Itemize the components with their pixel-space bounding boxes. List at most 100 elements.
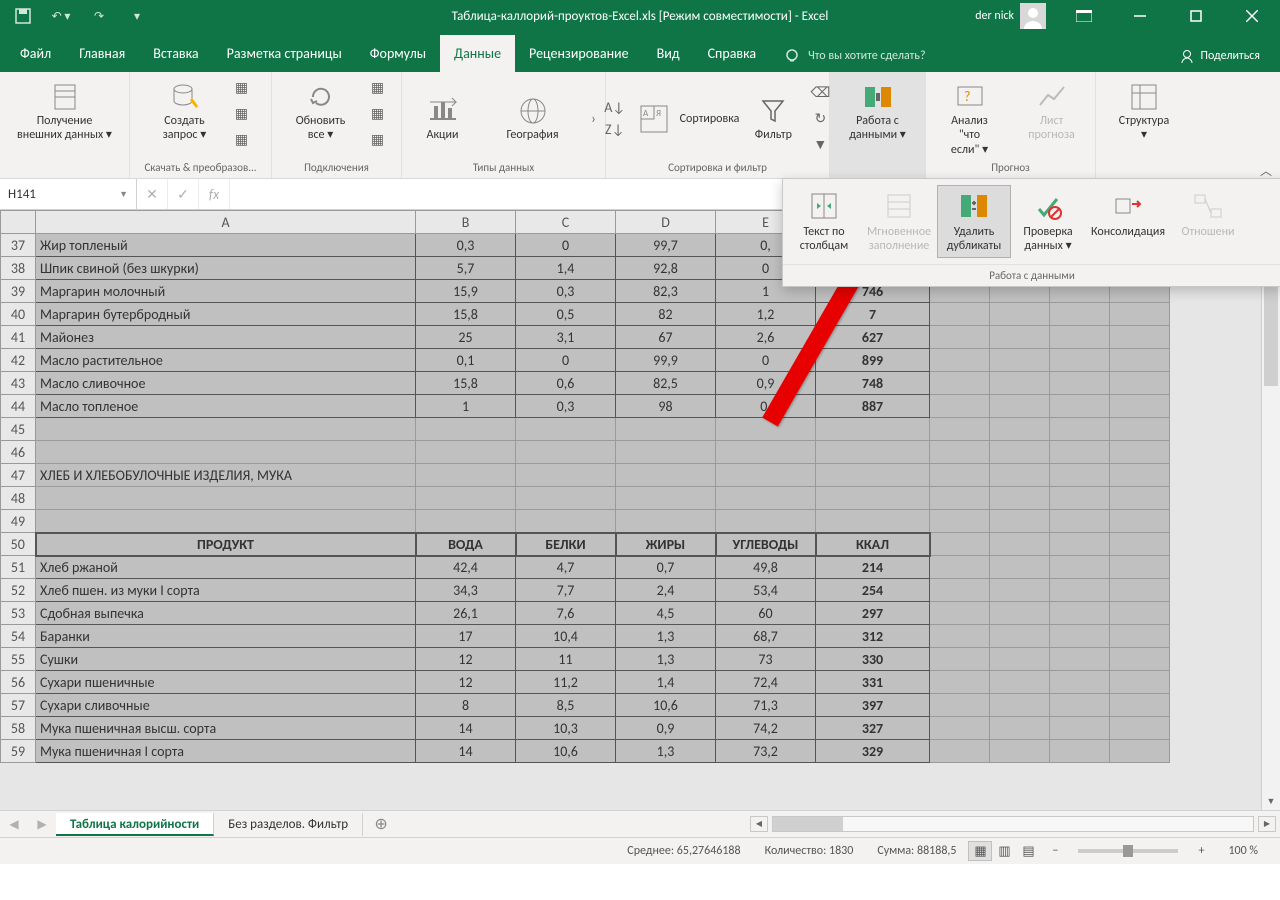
cell[interactable] [1050,487,1110,510]
table-row[interactable]: 44Масло топленое10,3980,887 [1,395,1170,418]
redo-icon[interactable]: ↷ [84,2,114,30]
cell[interactable] [990,717,1050,740]
cell[interactable]: 10,4 [516,625,616,648]
cell[interactable] [416,487,516,510]
row-header[interactable]: 38 [1,257,36,280]
column-header[interactable]: B [416,211,516,234]
horizontal-scrollbar[interactable] [772,816,1254,832]
row-header[interactable]: 54 [1,625,36,648]
cell[interactable]: 98 [616,395,716,418]
cell[interactable] [990,740,1050,763]
cell[interactable]: Баранки [36,625,416,648]
edit-links[interactable]: ▦ [365,128,391,150]
cell[interactable]: УГЛЕВОДЫ [716,533,816,556]
from-table[interactable]: ▦ [229,102,255,124]
relationships-button[interactable]: Отношени [1171,185,1245,258]
cell[interactable]: 327 [816,717,930,740]
cell[interactable]: ККАЛ [816,533,930,556]
cell[interactable]: 15,8 [416,372,516,395]
qat-customize-icon[interactable]: ▾ [122,2,152,30]
properties[interactable]: ▦ [365,102,391,124]
cell[interactable] [716,464,816,487]
row-header[interactable]: 48 [1,487,36,510]
ribbon-display-options-icon[interactable] [1056,0,1112,32]
cell[interactable] [36,441,416,464]
cell[interactable]: 0 [516,349,616,372]
table-row[interactable]: 46 [1,441,1170,464]
cell[interactable] [930,464,990,487]
cell[interactable]: 0,7 [616,556,716,579]
cell[interactable]: 68,7 [716,625,816,648]
cell[interactable]: 331 [816,671,930,694]
cell[interactable] [990,694,1050,717]
cell[interactable]: Сухари пшеничные [36,671,416,694]
tab-insert[interactable]: Вставка [139,35,212,72]
flash-fill-button[interactable]: Мгновенное заполнение [861,185,937,258]
cell[interactable] [990,464,1050,487]
cell[interactable] [1050,648,1110,671]
cell[interactable]: 0,9 [616,717,716,740]
cell[interactable]: 73 [716,648,816,671]
cell[interactable]: 7,6 [516,602,616,625]
row-header[interactable]: 49 [1,510,36,533]
tab-page-layout[interactable]: Разметка страницы [213,35,356,72]
cell[interactable]: 0,1 [416,349,516,372]
cell[interactable] [1110,441,1170,464]
chevron-right-icon[interactable]: › [585,110,603,128]
cell[interactable] [1110,648,1170,671]
cell[interactable] [930,326,990,349]
cell[interactable] [1050,671,1110,694]
cell[interactable]: 1,3 [616,648,716,671]
cell[interactable] [1110,487,1170,510]
cell[interactable]: Хлеб ржаной [36,556,416,579]
cell[interactable] [1050,395,1110,418]
tab-file[interactable]: Файл [6,35,65,72]
tell-me[interactable]: Что вы хотите сделать? [770,40,939,72]
cell[interactable] [990,602,1050,625]
stocks-button[interactable]: Акции [405,90,481,146]
table-row[interactable]: 59Мука пшеничная I сорта1410,61,373,2329 [1,740,1170,763]
cell[interactable]: 0, [716,395,816,418]
cell[interactable]: 15,8 [416,303,516,326]
cell[interactable]: 8 [416,694,516,717]
table-row[interactable]: 58Мука пшеничная высш. сорта1410,30,974,… [1,717,1170,740]
table-row[interactable]: 55Сушки12111,373330 [1,648,1170,671]
cell[interactable] [1050,579,1110,602]
cell[interactable]: 92,8 [616,257,716,280]
cell[interactable] [1110,326,1170,349]
cell[interactable] [990,556,1050,579]
cell[interactable] [616,464,716,487]
cell[interactable] [616,418,716,441]
cell[interactable] [990,533,1050,556]
table-row[interactable]: 51Хлеб ржаной42,44,70,749,8214 [1,556,1170,579]
fx-icon[interactable]: fx [199,179,230,209]
table-row[interactable]: 45 [1,418,1170,441]
cell[interactable] [930,487,990,510]
column-header[interactable] [1,211,36,234]
save-icon[interactable] [8,2,38,30]
cell[interactable] [930,648,990,671]
cell[interactable]: 10,6 [616,694,716,717]
cell[interactable] [990,372,1050,395]
table-row[interactable]: 40Маргарин бутербродный15,80,5821,27 [1,303,1170,326]
cell[interactable]: 10,3 [516,717,616,740]
cell[interactable]: 254 [816,579,930,602]
cell[interactable] [990,671,1050,694]
cell[interactable] [1110,556,1170,579]
row-header[interactable]: 56 [1,671,36,694]
cell[interactable] [1110,625,1170,648]
table-row[interactable]: 56Сухари пшеничные1211,21,472,4331 [1,671,1170,694]
cell[interactable]: 4,7 [516,556,616,579]
row-header[interactable]: 40 [1,303,36,326]
cell[interactable]: 312 [816,625,930,648]
cell[interactable] [1050,372,1110,395]
new-query-button[interactable]: Создать запрос ▾ [147,76,223,147]
cell[interactable]: Масло растительное [36,349,416,372]
cell[interactable] [930,303,990,326]
cell[interactable] [930,510,990,533]
cell[interactable]: 10,6 [516,740,616,763]
cell[interactable] [930,441,990,464]
row-header[interactable]: 44 [1,395,36,418]
tab-data[interactable]: Данные [440,35,515,72]
cell[interactable] [1110,602,1170,625]
